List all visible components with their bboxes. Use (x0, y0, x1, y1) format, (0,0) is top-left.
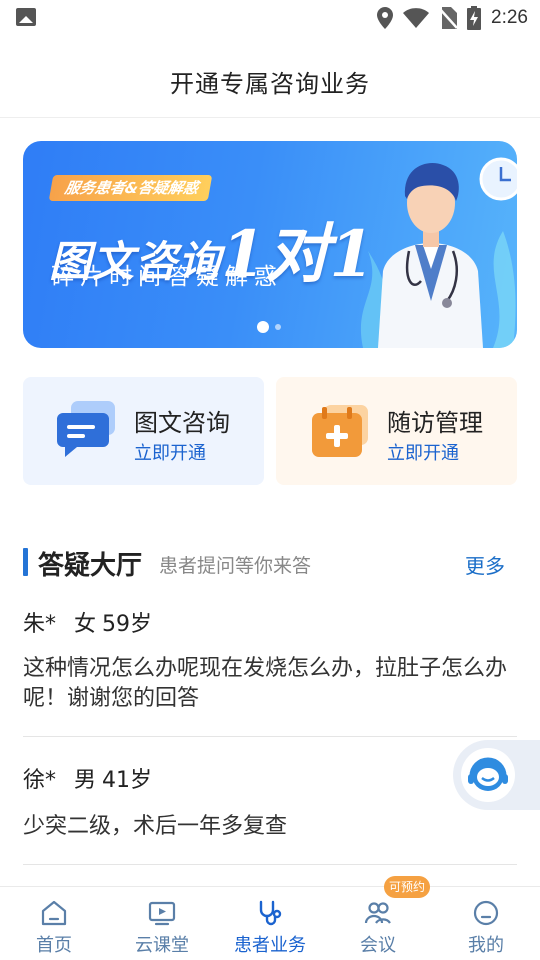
tab-label: 云课堂 (135, 935, 189, 956)
section-title: 答疑大厅 (38, 551, 143, 581)
tab-classroom[interactable]: 云课堂 (108, 887, 216, 960)
more-link[interactable]: 更多 (465, 550, 505, 579)
question-text: 这种情况怎么办呢现在发烧怎么办，拉肚子怎么办呢！谢谢您的回答 (23, 656, 508, 711)
patient-gender: 男 (74, 768, 97, 793)
doctor-illustration (360, 157, 517, 348)
tab-label: 患者业务 (234, 935, 306, 956)
customer-service-button[interactable] (453, 740, 540, 810)
meeting-icon (364, 902, 391, 924)
tab-home[interactable]: 首页 (0, 887, 108, 960)
chat-bubble-icon (57, 401, 115, 457)
no-sim-icon (439, 7, 458, 29)
banner-tag: 服务患者&答疑解惑 (48, 175, 213, 201)
patient-age: 59岁 (102, 612, 153, 637)
tab-label: 首页 (36, 935, 72, 956)
customer-service-badge (461, 748, 515, 802)
video-icon (148, 901, 176, 926)
question-text: 少突二级，术后一年多复查 (23, 814, 288, 839)
home-icon (41, 900, 67, 926)
carousel-dot-active[interactable] (257, 321, 269, 333)
activate-link[interactable]: 立即开通 (387, 439, 459, 465)
promo-banner[interactable]: 服务患者&答疑解惑 图文咨询1对1 碎片时间答疑解惑 (23, 141, 517, 348)
meeting-badge: 可预约 (384, 876, 430, 898)
patient-age: 41岁 (102, 768, 153, 793)
stethoscope-icon (259, 900, 282, 926)
tab-patient-business[interactable]: 患者业务 (216, 887, 324, 960)
bottom-tab-bar: 首页 云课堂 患者业务 会议 我的 (0, 886, 540, 960)
activate-link[interactable]: 立即开通 (134, 439, 206, 465)
question-item[interactable]: 朱* 女 59岁 这种情况怎么办呢现在发烧怎么办，拉肚子怎么办呢！谢谢您的回答 (23, 606, 517, 737)
profile-icon (473, 900, 499, 926)
service-card-followup[interactable]: 随访管理 立即开通 (276, 377, 517, 485)
status-time: 2:26 (491, 7, 528, 28)
customer-service-icon (468, 757, 508, 791)
patient-info: 徐* 男 41岁 (23, 762, 170, 794)
patient-gender: 女 (74, 612, 97, 637)
page-title: 开通专属咨询业务 (170, 70, 370, 98)
patient-name: 朱* (23, 612, 57, 637)
carousel-dot[interactable] (275, 324, 281, 330)
banner-subline: 碎片时间答疑解惑 (51, 264, 283, 290)
wifi-icon (403, 8, 430, 28)
patient-name: 徐* (23, 768, 57, 793)
carousel-indicator[interactable] (257, 321, 281, 333)
question-item[interactable]: 徐* 男 41岁 少突二级，术后一年多复查 (23, 762, 517, 865)
tab-label: 我的 (468, 935, 504, 956)
battery-charging-icon (467, 6, 482, 30)
tab-label: 会议 (360, 935, 396, 956)
service-title: 图文咨询 (134, 409, 230, 437)
location-icon (377, 7, 394, 29)
status-bar: 2:26 (0, 0, 540, 36)
patient-info: 朱* 女 59岁 (23, 606, 170, 638)
title-bar: 开通专属咨询业务 (0, 36, 540, 118)
gallery-notification-icon (16, 8, 36, 26)
section-accent-bar (23, 548, 28, 576)
medical-calendar-icon (312, 405, 368, 457)
tab-profile[interactable]: 我的 (432, 887, 540, 960)
service-card-consult[interactable]: 图文咨询 立即开通 (23, 377, 264, 485)
section-subtitle: 患者提问等你来答 (159, 555, 312, 577)
service-title: 随访管理 (387, 409, 483, 437)
